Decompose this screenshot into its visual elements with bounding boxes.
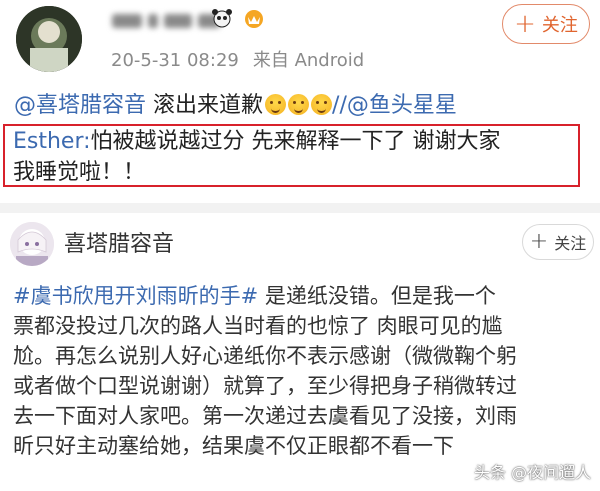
follow-label: 关注: [554, 234, 587, 253]
timestamp: 20-5-31 08:29: [111, 50, 239, 71]
avatar[interactable]: [16, 6, 82, 72]
user-name-blurred[interactable]: [112, 10, 262, 34]
avatar[interactable]: [10, 222, 54, 266]
mention-link[interactable]: @喜塔腊容音: [14, 93, 146, 118]
watermark: 头条 @夜间遛人: [474, 463, 592, 482]
body-line: 昕只好主动塞给她，结果虞不仅正眼都不看一下: [13, 434, 454, 458]
post-source: 来自 Android: [252, 50, 365, 71]
plus-icon: +: [514, 9, 536, 39]
quote-line: 怕被越说越过分 先来解释一下了 谢谢大家: [90, 129, 501, 154]
quote-line: 我睡觉啦！！: [13, 160, 146, 185]
body-line: 或者做个口型说谢谢）就算了，至少得把身子稍微转过: [13, 374, 517, 398]
body-line: 是递纸没错。但是我一个: [264, 284, 496, 308]
repost-message: 滚出来道歉: [153, 93, 264, 118]
quote-author-link[interactable]: Esther:: [13, 129, 91, 154]
post-repost: 20-5-31 08:29 来自 Android + 关注 @喜塔腊容音 滚出来道歉…: [0, 0, 600, 200]
post-body: #虞书欣甩开刘雨昕的手# 是递纸没错。但是我一个 票都没投过几次的路人当时看的也…: [13, 281, 593, 461]
emoji-sweat-smile-icon: [265, 94, 287, 115]
follow-button[interactable]: + 关注: [502, 4, 590, 44]
follow-label: 关注: [541, 15, 578, 36]
body-line: 去一下面对人家吧。第一次递过去虞看见了没接，刘雨: [13, 404, 517, 428]
user-name[interactable]: 喜塔腊容音: [64, 226, 174, 258]
mention-link[interactable]: //@鱼头星星: [332, 93, 457, 118]
hashtag-link[interactable]: #虞书欣甩开刘雨昕的手#: [13, 284, 258, 308]
follow-button[interactable]: + 关注: [522, 224, 594, 260]
repost-text: @喜塔腊容音 滚出来道歉 //@鱼头星星: [14, 91, 457, 121]
panda-badge-icon: [210, 8, 234, 28]
body-line: 票都没投过几次的路人当时看的也惊了 肉眼可见的尴: [13, 314, 503, 338]
post-meta: 20-5-31 08:29 来自 Android: [111, 46, 364, 72]
divider: [0, 203, 600, 213]
highlighted-quote: Esther:怕被越说越过分 先来解释一下了 谢谢大家 我睡觉啦！！: [3, 124, 580, 187]
plus-icon: +: [529, 229, 549, 254]
emoji-sweat-smile-icon: [288, 94, 310, 115]
vip-badge-icon: [242, 9, 266, 29]
emoji-sweat-smile-icon: [311, 94, 333, 115]
body-line: 尬。再怎么说别人好心递纸你不表示感谢（微微鞠个躬: [13, 344, 517, 368]
